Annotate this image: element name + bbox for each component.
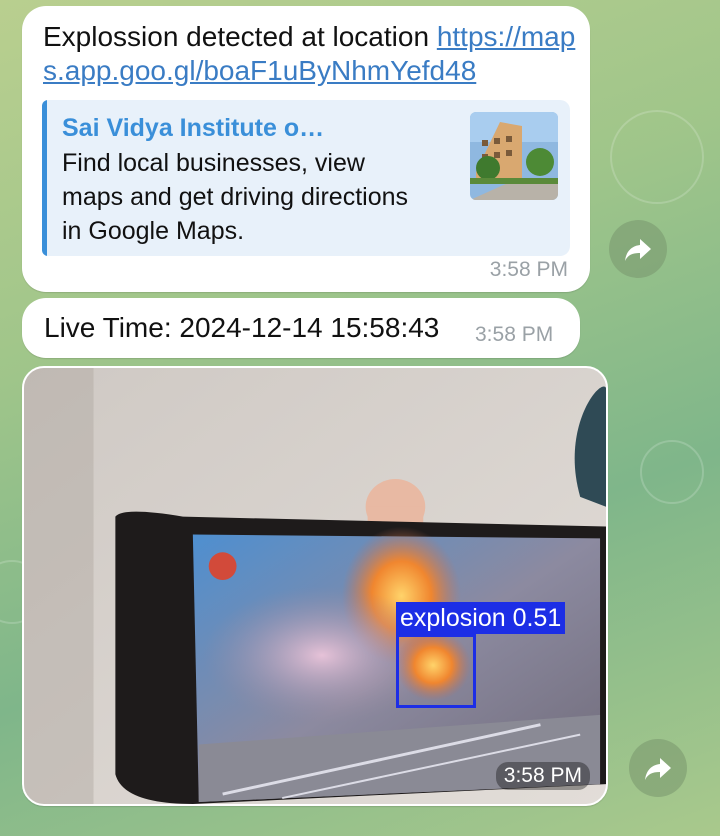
detection-bounding-box <box>396 634 476 708</box>
message-timestamp: 3:58 PM <box>495 762 590 790</box>
forward-arrow-icon <box>645 758 671 780</box>
message-timestamp: 3:58 PM <box>489 258 568 281</box>
detection-label: explosion 0.51 <box>396 602 566 634</box>
message-timestamp: 3:58 PM <box>475 323 554 346</box>
link-preview-card[interactable]: Sai Vidya Institute o… Find local busine… <box>42 100 570 256</box>
background-doodle <box>640 440 704 504</box>
background-doodle <box>610 110 704 204</box>
preview-description: Find local businesses, view maps and get… <box>62 149 409 245</box>
preview-accent-bar <box>42 100 47 256</box>
preview-title: Sai Vidya Institute o… <box>62 114 325 142</box>
preview-thumbnail[interactable] <box>470 112 558 200</box>
photo-message-bubble[interactable]: explosion 0.51 3:58 PM <box>22 366 608 806</box>
forward-arrow-icon <box>625 239 651 261</box>
live-time-text: Live Time: 2024-12-14 15:58:43 <box>44 312 440 343</box>
location-message-bubble[interactable]: Explossion detected at location https://… <box>22 6 590 292</box>
forward-button[interactable] <box>629 739 687 797</box>
live-time-message-bubble[interactable]: Live Time: 2024-12-14 15:58:43 3:58 PM <box>22 298 580 358</box>
location-message-text: Explossion detected at location https://… <box>43 20 583 88</box>
forward-button[interactable] <box>609 220 667 278</box>
message-text-prefix: Explossion detected at location <box>43 21 437 52</box>
detection-photo[interactable] <box>24 368 606 804</box>
